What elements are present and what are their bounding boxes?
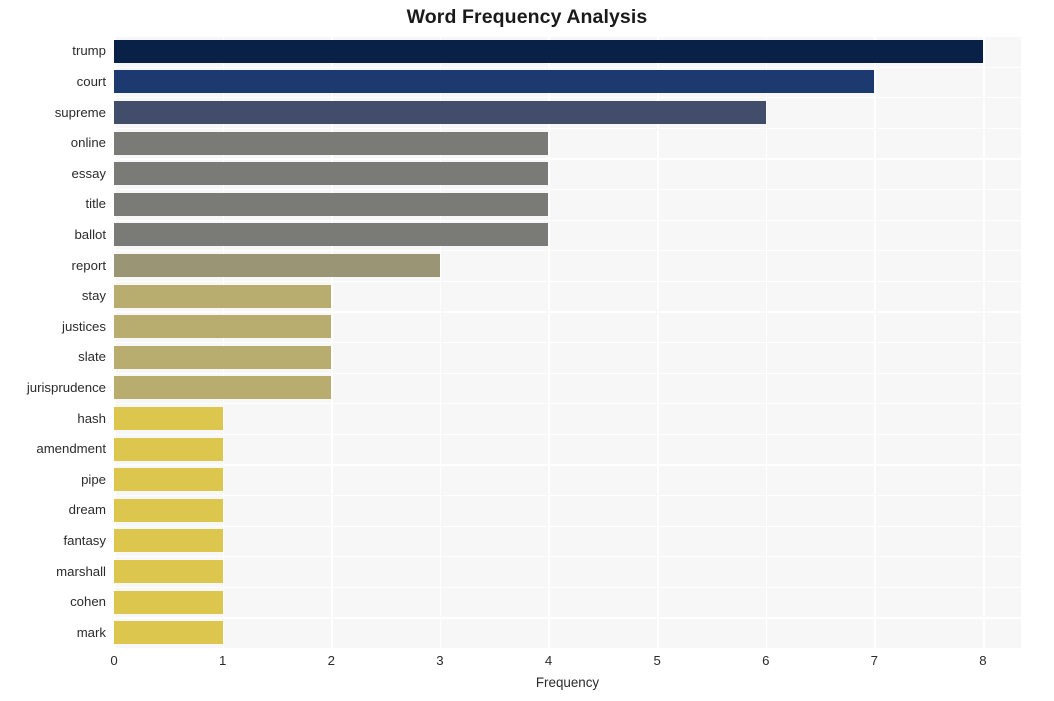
gridline-horizontal: [114, 342, 1021, 344]
x-tick-label: 6: [762, 653, 770, 668]
y-tick-label: mark: [76, 624, 106, 640]
gridline-horizontal: [114, 403, 1021, 405]
bar: [114, 70, 875, 94]
y-tick-label: court: [76, 73, 106, 89]
gridline-horizontal: [114, 97, 1021, 99]
y-tick-label: supreme: [54, 104, 106, 120]
gridline-horizontal: [114, 586, 1021, 589]
y-tick-label: essay: [71, 165, 106, 181]
y-tick-label: jurisprudence: [26, 379, 106, 395]
x-tick-label: 8: [979, 653, 987, 668]
y-tick-label: report: [71, 257, 106, 273]
x-tick-label: 1: [218, 653, 227, 668]
bar: [114, 192, 549, 216]
y-tick-label: pipe: [81, 471, 106, 487]
gridline-horizontal: [114, 189, 1021, 191]
bar: [114, 284, 332, 308]
bar: [114, 162, 549, 186]
y-tick-label: trump: [72, 43, 106, 59]
x-tick-label: 3: [436, 653, 444, 668]
x-axis-label: Frequency: [535, 675, 600, 690]
bar: [114, 621, 223, 645]
gridline-horizontal: [114, 66, 1021, 68]
bar: [114, 498, 223, 522]
bar: [114, 101, 766, 124]
bar: [114, 345, 332, 369]
x-tick-label: 7: [870, 653, 879, 668]
bar: [114, 437, 223, 461]
y-tick-label: justices: [62, 318, 106, 334]
bar: [114, 39, 983, 63]
bar: [114, 468, 223, 492]
gridline-horizontal: [114, 36, 1021, 38]
bar: [114, 529, 223, 553]
gridline-horizontal: [114, 372, 1021, 374]
gridline-horizontal: [114, 617, 1021, 619]
bar: [114, 131, 549, 155]
bar: [114, 376, 332, 400]
plot-area: [114, 36, 1021, 650]
y-tick-label: marshall: [56, 563, 106, 579]
chart-figure: Word Frequency Analysis trump court suprem…: [0, 0, 1054, 701]
bar: [114, 590, 223, 614]
gridline-horizontal: [114, 127, 1021, 130]
gridline-horizontal: [114, 280, 1021, 283]
y-tick-label: dream: [68, 502, 106, 518]
bar: [114, 223, 549, 247]
gridline-horizontal: [114, 648, 1021, 650]
y-tick-label: hash: [77, 410, 106, 426]
x-tick-label: 0: [110, 653, 118, 668]
gridline-horizontal: [114, 433, 1021, 436]
gridline-horizontal: [114, 158, 1021, 160]
bar: [114, 407, 223, 430]
chart-title: Word Frequency Analysis: [406, 6, 648, 28]
y-tick-label: title: [85, 196, 106, 212]
x-tick-label: 4: [544, 653, 553, 668]
x-tick-label: 5: [653, 653, 661, 668]
gridline-horizontal: [114, 495, 1021, 497]
y-tick-label: slate: [78, 349, 106, 365]
y-tick-label: cohen: [70, 594, 106, 610]
gridline-horizontal: [114, 556, 1021, 558]
bar: [114, 254, 440, 277]
bar: [114, 315, 332, 339]
y-tick-label: fantasy: [63, 532, 106, 548]
gridline-horizontal: [114, 464, 1021, 466]
y-tick-label: online: [70, 135, 106, 151]
x-tick-label: 2: [327, 653, 335, 668]
gridline-horizontal: [114, 219, 1021, 221]
y-tick-label: amendment: [36, 441, 106, 457]
gridline-horizontal: [114, 525, 1021, 527]
y-tick-label: ballot: [74, 226, 106, 242]
y-tick-label: stay: [81, 288, 106, 304]
gridline-horizontal: [114, 250, 1021, 252]
gridline-horizontal: [114, 311, 1021, 313]
bar: [114, 560, 223, 583]
